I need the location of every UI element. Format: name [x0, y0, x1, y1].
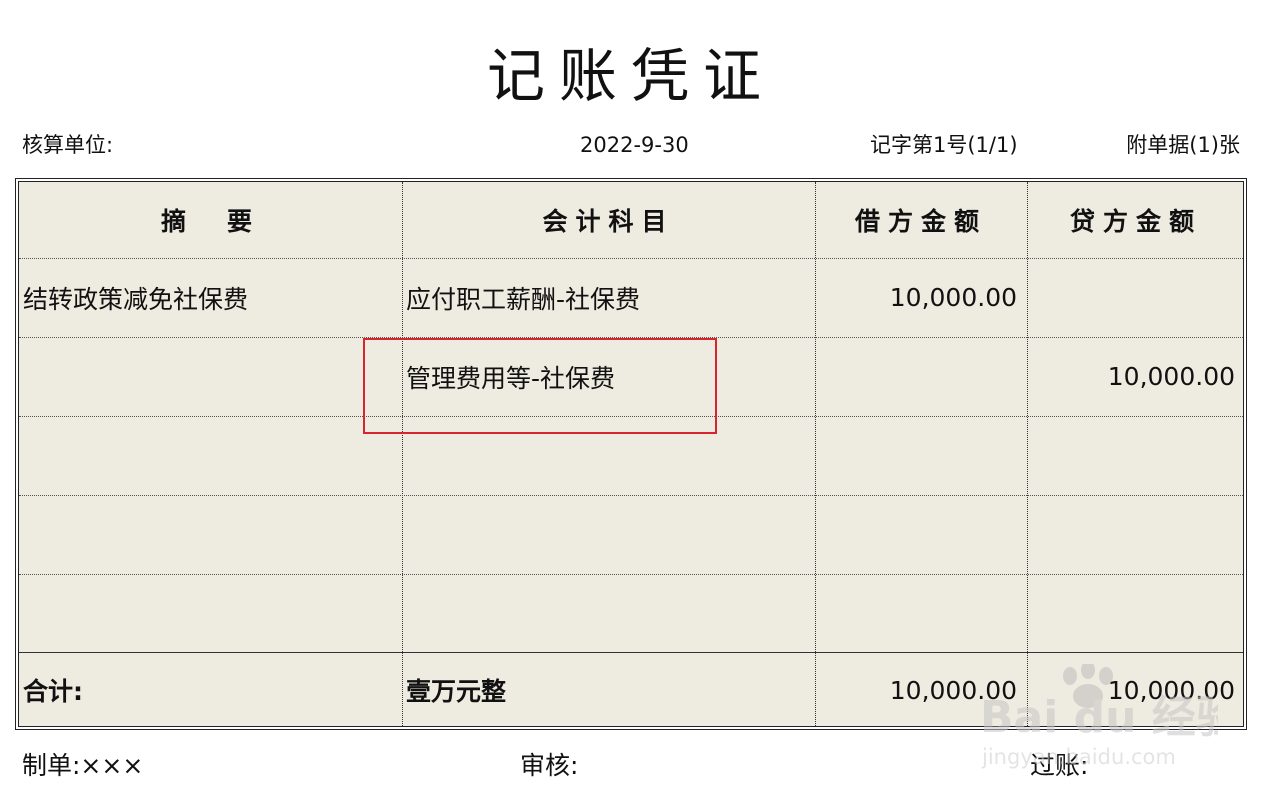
row-2-debit: [815, 337, 1027, 416]
row-5-summary: [19, 574, 402, 652]
voucher-date: 2022-9-30: [580, 133, 689, 157]
row-4-credit: [1027, 495, 1245, 574]
row-3-credit: [1027, 416, 1245, 495]
row-3-debit: [815, 416, 1027, 495]
total-debit: 10,000.00: [889, 675, 1017, 705]
accounting-unit-label: 核算单位:: [22, 133, 114, 157]
row-4-debit: [815, 495, 1027, 574]
header-debit: 借方金额: [854, 207, 987, 236]
row-1-summary: 结转政策减免社保费: [23, 284, 249, 314]
header-credit: 贷方金额: [1069, 207, 1202, 236]
row-1-credit: [1027, 258, 1245, 337]
row-4-summary: [19, 495, 402, 574]
voucher-table: 摘 要 会计科目 借方金额 贷方金额 结转政策减免社保费 应付职工薪酬-社保费 …: [18, 181, 1244, 727]
row-3-summary: [19, 416, 402, 495]
total-credit: 10,000.00: [1107, 675, 1235, 705]
header-account: 会计科目: [542, 207, 675, 236]
header-summary: 摘 要: [160, 207, 260, 236]
row-5-debit: [815, 574, 1027, 652]
row-5-account: [402, 574, 815, 652]
row-3-account: [402, 416, 815, 495]
voucher-title: 记账凭证: [486, 42, 775, 110]
maker-signature: 制单:×××: [22, 751, 144, 780]
attachment-count: 附单据(1)张: [1126, 133, 1240, 157]
poster-signature: 过账:: [1030, 751, 1089, 780]
row-5-credit: [1027, 574, 1245, 652]
auditor-signature: 审核:: [520, 751, 579, 780]
voucher-table-frame: 摘 要 会计科目 借方金额 贷方金额 结转政策减免社保费 应付职工薪酬-社保费 …: [15, 178, 1247, 730]
total-label: 合计:: [23, 677, 83, 706]
total-amount-in-words: 壹万元整: [406, 677, 507, 706]
voucher-number: 记字第1号(1/1): [870, 133, 1018, 157]
row-4-account: [402, 495, 815, 574]
row-1-debit: 10,000.00: [889, 283, 1017, 312]
row-2-credit: 10,000.00: [1107, 362, 1235, 391]
row-2-account: 管理费用等-社保费: [406, 363, 616, 393]
row-2-summary: [19, 337, 402, 416]
row-1-account: 应付职工薪酬-社保费: [406, 284, 641, 314]
